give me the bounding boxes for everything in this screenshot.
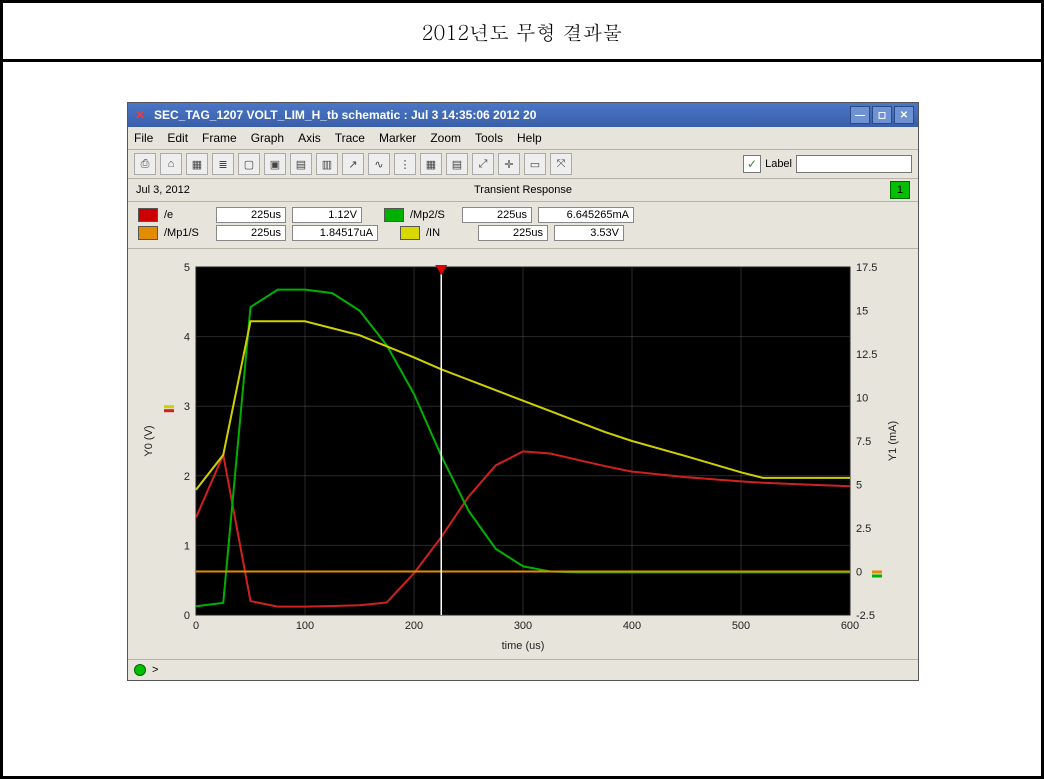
frame2-icon[interactable]: ▣ xyxy=(264,153,286,175)
svg-text:Y1 (mA): Y1 (mA) xyxy=(887,421,899,461)
wave-icon[interactable]: ∿ xyxy=(368,153,390,175)
menu-edit[interactable]: Edit xyxy=(167,131,188,145)
swatch-mp2s xyxy=(384,208,404,222)
svg-text:-2.5: -2.5 xyxy=(856,610,875,622)
minimize-button[interactable]: — xyxy=(850,106,870,124)
plot-wrap: 0100200300400500600012345-2.502.557.5101… xyxy=(128,249,918,659)
plot-svg[interactable]: 0100200300400500600012345-2.502.557.5101… xyxy=(136,255,910,655)
svg-text:1: 1 xyxy=(184,540,190,552)
trace-name-mp1s: /Mp1/S xyxy=(164,224,210,242)
trace-time-mp1s: 225us xyxy=(216,225,286,241)
label-checkbox[interactable]: ✓ xyxy=(743,155,761,173)
trace-time-e: 225us xyxy=(216,207,286,223)
svg-text:time (us): time (us) xyxy=(502,640,545,652)
trace-val-mp1s: 1.84517uA xyxy=(292,225,378,241)
menu-trace[interactable]: Trace xyxy=(335,131,365,145)
label-text: Label xyxy=(765,158,792,170)
label-input[interactable] xyxy=(796,155,912,173)
svg-text:10: 10 xyxy=(856,393,868,405)
menu-axis[interactable]: Axis xyxy=(298,131,321,145)
trace-val-mp2s: 6.645265mA xyxy=(538,207,634,223)
svg-text:15: 15 xyxy=(856,306,868,318)
maximize-button[interactable]: ◻ xyxy=(872,106,892,124)
swatch-e xyxy=(138,208,158,222)
app-icon: ✕ xyxy=(132,107,148,123)
svg-text:500: 500 xyxy=(732,620,750,632)
status-prompt: > xyxy=(152,664,158,676)
svg-text:2.5: 2.5 xyxy=(856,523,871,535)
home-icon[interactable]: ⌂ xyxy=(160,153,182,175)
calc-icon[interactable]: ▤ xyxy=(446,153,468,175)
plot-area[interactable]: 0100200300400500600012345-2.502.557.5101… xyxy=(136,255,910,655)
titlebar: ✕ SEC_TAG_1207 VOLT_LIM_H_tb schematic :… xyxy=(128,103,918,127)
menu-help[interactable]: Help xyxy=(517,131,542,145)
cursor-icon[interactable]: ✛ xyxy=(498,153,520,175)
trace-name-mp2s: /Mp2/S xyxy=(410,206,456,224)
svg-text:12.5: 12.5 xyxy=(856,349,877,361)
trace-val-in: 3.53V xyxy=(554,225,624,241)
svg-text:4: 4 xyxy=(184,332,190,344)
svg-text:3: 3 xyxy=(184,401,190,413)
print-icon[interactable]: ⎙ xyxy=(134,153,156,175)
svg-text:17.5: 17.5 xyxy=(856,262,877,274)
svg-text:400: 400 xyxy=(623,620,641,632)
swatch-in xyxy=(400,226,420,240)
svg-text:200: 200 xyxy=(405,620,423,632)
menu-tools[interactable]: Tools xyxy=(475,131,503,145)
frame4-icon[interactable]: ▥ xyxy=(316,153,338,175)
trace-name-e: /e xyxy=(164,206,210,224)
dots-icon[interactable]: ⋮ xyxy=(394,153,416,175)
frame3-icon[interactable]: ▤ xyxy=(290,153,312,175)
menu-marker[interactable]: Marker xyxy=(379,131,416,145)
trace-val-e: 1.12V xyxy=(292,207,362,223)
menu-file[interactable]: File xyxy=(134,131,153,145)
app-window: ✕ SEC_TAG_1207 VOLT_LIM_H_tb schematic :… xyxy=(127,102,919,681)
trace-name-in: /IN xyxy=(426,224,472,242)
frame1-icon[interactable]: ▢ xyxy=(238,153,260,175)
menu-graph[interactable]: Graph xyxy=(251,131,284,145)
svg-text:7.5: 7.5 xyxy=(856,436,871,448)
menu-frame[interactable]: Frame xyxy=(202,131,237,145)
svg-text:300: 300 xyxy=(514,620,532,632)
page-header: 2012년도 무형 결과물 xyxy=(3,3,1041,62)
close-button[interactable]: ✕ xyxy=(894,106,914,124)
cursor-readouts: /e 225us 1.12V /Mp2/S 225us 6.645265mA /… xyxy=(128,202,918,249)
grid2-icon[interactable]: ▦ xyxy=(420,153,442,175)
list-icon[interactable]: ≣ xyxy=(212,153,234,175)
toolbar: ⎙ ⌂ ▦ ≣ ▢ ▣ ▤ ▥ ↗ ∿ ⋮ ▦ ▤ ⤢ ✛ ▭ ⤧ ✓ Labe… xyxy=(128,150,918,179)
trace-time-mp2s: 225us xyxy=(462,207,532,223)
svg-text:Y0 (V): Y0 (V) xyxy=(143,425,155,456)
svg-text:0: 0 xyxy=(856,567,862,579)
page-body: ✕ SEC_TAG_1207 VOLT_LIM_H_tb schematic :… xyxy=(3,62,1041,779)
svg-text:2: 2 xyxy=(184,471,190,483)
svg-text:5: 5 xyxy=(856,480,862,492)
menubar: File Edit Frame Graph Axis Trace Marker … xyxy=(128,127,918,150)
svg-text:0: 0 xyxy=(184,610,190,622)
page-title: 2012년도 무형 결과물 xyxy=(422,17,623,46)
window-buttons: — ◻ ✕ xyxy=(850,106,914,124)
statusbar: > xyxy=(128,659,918,680)
window-title: SEC_TAG_1207 VOLT_LIM_H_tb schematic : J… xyxy=(154,108,850,122)
trace-time-in: 225us xyxy=(478,225,548,241)
infobar: Jul 3, 2012 Transient Response 1 xyxy=(128,179,918,202)
svg-text:100: 100 xyxy=(296,620,314,632)
info-title: Transient Response xyxy=(128,184,918,196)
page-frame: 2012년도 무형 결과물 ✕ SEC_TAG_1207 VOLT_LIM_H_… xyxy=(0,0,1044,779)
svg-text:0: 0 xyxy=(193,620,199,632)
select-icon[interactable]: ▭ xyxy=(524,153,546,175)
status-dot-icon xyxy=(134,664,146,676)
zoom-icon[interactable]: ⤧ xyxy=(550,153,572,175)
export-icon[interactable]: ↗ xyxy=(342,153,364,175)
grid-icon[interactable]: ▦ xyxy=(186,153,208,175)
swatch-mp1s xyxy=(138,226,158,240)
menu-zoom[interactable]: Zoom xyxy=(430,131,461,145)
svg-text:5: 5 xyxy=(184,262,190,274)
fit-icon[interactable]: ⤢ xyxy=(472,153,494,175)
